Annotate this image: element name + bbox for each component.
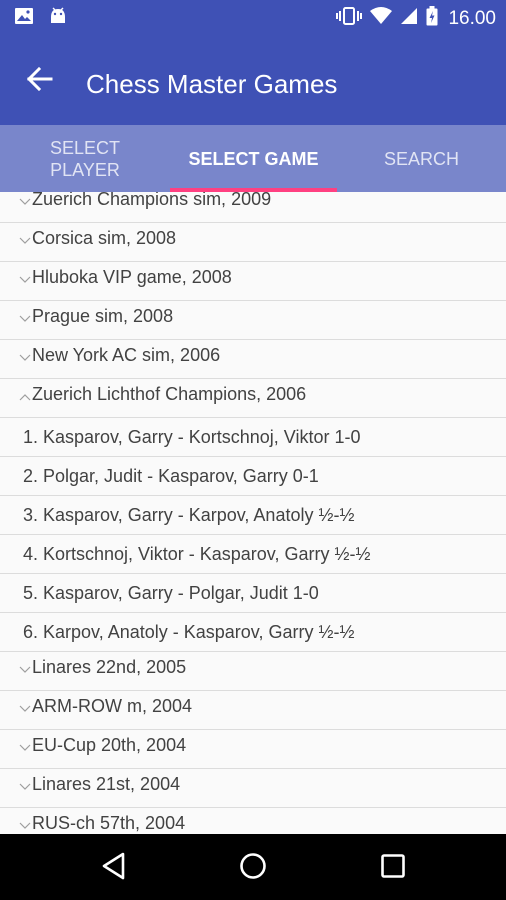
nav-recents-button[interactable] xyxy=(371,846,415,890)
event-label: Corsica sim, 2008 xyxy=(32,228,177,248)
chevron-down-icon xyxy=(19,268,31,289)
game-row[interactable]: 2. Polgar, Judit - Kasparov, Garry 0-1 xyxy=(0,457,506,496)
event-label: ARM-ROW m, 2004 xyxy=(32,696,193,716)
event-row[interactable]: New York AC sim, 2006 xyxy=(0,340,506,379)
chevron-down-icon xyxy=(19,229,31,250)
nav-back-button[interactable] xyxy=(92,846,136,890)
game-row[interactable]: 6. Karpov, Anatoly - Kasparov, Garry ½-½ xyxy=(0,613,506,652)
event-row[interactable]: EU-Cup 20th, 2004 xyxy=(0,730,506,769)
event-row[interactable]: ARM-ROW m, 2004 xyxy=(0,691,506,730)
wifi-icon xyxy=(370,7,393,30)
recents-square-icon xyxy=(380,853,406,884)
event-label: Linares 21st, 2004 xyxy=(32,774,181,794)
game-label: 2. Polgar, Judit - Kasparov, Garry 0-1 xyxy=(23,466,319,486)
event-row[interactable]: Zuerich Champions sim, 2009 xyxy=(0,192,506,223)
nav-home-button[interactable] xyxy=(231,846,275,890)
event-label: Prague sim, 2008 xyxy=(32,306,174,326)
event-row[interactable]: Linares 21st, 2004 xyxy=(0,769,506,808)
app-bar: Chess Master Games xyxy=(0,35,506,125)
event-row[interactable]: Prague sim, 2008 xyxy=(0,301,506,340)
battery-icon xyxy=(426,6,438,31)
game-row[interactable]: 3. Kasparov, Garry - Karpov, Anatoly ½-½ xyxy=(0,496,506,535)
chevron-up-icon xyxy=(19,385,31,406)
app-title: Chess Master Games xyxy=(86,69,338,99)
chevron-down-icon xyxy=(19,697,31,718)
image-icon xyxy=(14,7,34,30)
game-label: 4. Kortschnoj, Viktor - Kasparov, Garry … xyxy=(23,544,371,564)
game-label: 1. Kasparov, Garry - Kortschnoj, Viktor … xyxy=(23,427,361,447)
tab-select-player[interactable]: SELECT PLAYER xyxy=(0,125,170,192)
event-label: Zuerich Lichthof Champions, 2006 xyxy=(32,384,307,404)
event-label: Zuerich Champions sim, 2009 xyxy=(32,192,272,209)
android-icon xyxy=(48,7,68,30)
game-label: 3. Kasparov, Garry - Karpov, Anatoly ½-½ xyxy=(23,505,355,525)
event-row[interactable]: Hluboka VIP game, 2008 xyxy=(0,262,506,301)
back-button[interactable] xyxy=(22,63,58,99)
chevron-down-icon xyxy=(19,307,31,328)
tab-bar: SELECT PLAYER SELECT GAME SEARCH xyxy=(0,125,506,192)
chevron-down-icon xyxy=(19,346,31,367)
status-time: 16.00 xyxy=(448,7,496,29)
game-list[interactable]: Zuerich Champions sim, 2009 Corsica sim, … xyxy=(0,192,506,834)
event-label: Linares 22nd, 2005 xyxy=(32,657,187,677)
game-label: 5. Kasparov, Garry - Polgar, Judit 1-0 xyxy=(23,583,319,603)
event-label: New York AC sim, 2006 xyxy=(32,345,221,365)
status-bar: 16.00 xyxy=(0,0,506,35)
chevron-down-icon xyxy=(19,814,31,834)
event-row[interactable]: Zuerich Lichthof Champions, 2006 xyxy=(0,379,506,418)
chevron-down-icon xyxy=(19,658,31,679)
arrow-back-icon xyxy=(26,66,53,96)
event-row[interactable]: RUS-ch 57th, 2004 xyxy=(0,808,506,834)
game-row[interactable]: 5. Kasparov, Garry - Polgar, Judit 1-0 xyxy=(0,574,506,613)
game-row[interactable]: 4. Kortschnoj, Viktor - Kasparov, Garry … xyxy=(0,535,506,574)
back-triangle-icon xyxy=(101,852,127,885)
status-right-icons: 16.00 xyxy=(336,6,496,31)
event-label: EU-Cup 20th, 2004 xyxy=(32,735,187,755)
navigation-bar xyxy=(0,834,506,900)
game-label: 6. Karpov, Anatoly - Kasparov, Garry ½-½ xyxy=(23,622,355,642)
chevron-down-icon xyxy=(19,775,31,796)
game-row[interactable]: 1. Kasparov, Garry - Kortschnoj, Viktor … xyxy=(0,418,506,457)
cell-signal-icon xyxy=(400,7,418,30)
status-left-icons xyxy=(14,7,68,30)
event-row[interactable]: Linares 22nd, 2005 xyxy=(0,652,506,691)
chevron-down-icon xyxy=(19,192,31,211)
chevron-down-icon xyxy=(19,736,31,757)
event-row[interactable]: Corsica sim, 2008 xyxy=(0,223,506,262)
tab-select-game[interactable]: SELECT GAME xyxy=(170,125,337,192)
tab-search[interactable]: SEARCH xyxy=(337,125,506,192)
home-circle-icon xyxy=(239,852,267,885)
event-label: Hluboka VIP game, 2008 xyxy=(32,267,232,287)
vibrate-icon xyxy=(336,6,363,31)
event-label: RUS-ch 57th, 2004 xyxy=(32,813,186,833)
